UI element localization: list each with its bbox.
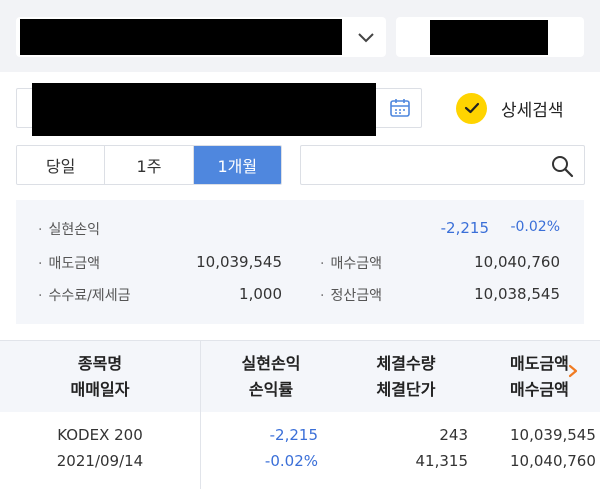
scroll-right-arrow-icon[interactable] [566, 364, 580, 378]
sell-amount: 10,039,545 [510, 426, 596, 444]
fee-tax-label: 수수료/제세금 [38, 285, 130, 305]
summary-row-amounts: 매도금액 10,039,545 매수금액 10,040,760 [16, 253, 584, 275]
summary-panel: 실현손익 -2,215 -0.02% 매도금액 10,039,545 매수금액 … [16, 200, 584, 324]
buy-amount-value: 10,040,760 [474, 253, 560, 271]
sell-amount-value: 10,039,545 [196, 253, 282, 271]
tab-1week[interactable]: 1주 [105, 146, 194, 184]
settlement-value: 10,038,545 [474, 285, 560, 303]
column-divider [200, 340, 201, 489]
period-tabs: 당일 1주 1개월 [16, 145, 282, 185]
table-row[interactable]: KODEX 200 2021/09/14 -2,215 -0.02% 243 4… [0, 412, 600, 489]
date-range-field[interactable] [16, 83, 422, 136]
detail-search-toggle[interactable]: 상세검색 [456, 92, 564, 124]
header-col-amount: 매도금액 매수금액 [510, 354, 569, 399]
pl-rate: -0.02% [264, 452, 318, 470]
header-col-stock: 종목명 매매일자 [70, 354, 130, 399]
stock-name: KODEX 200 [57, 426, 143, 444]
redacted-date-range [32, 83, 376, 136]
summary-row-realized: 실현손익 -2,215 -0.02% [16, 219, 584, 241]
sell-amount-label: 매도금액 [38, 253, 100, 273]
header-col-pl: 실현손익 손익률 [241, 354, 301, 399]
tab-today[interactable]: 당일 [17, 146, 106, 184]
cell-qty: 243 41,315 [341, 422, 469, 474]
account-bar [0, 0, 600, 72]
tab-1month[interactable]: 1개월 [193, 146, 281, 184]
account-select[interactable] [16, 17, 386, 57]
cell-pl: -2,215 -0.02% [200, 422, 318, 474]
table-header: 종목명 매매일자 실현손익 손익률 체결수량 체결단가 매도금액 매수금액 [0, 340, 600, 412]
redacted-account [20, 19, 342, 55]
price: 41,315 [415, 452, 469, 470]
account-secondary-field[interactable] [396, 17, 584, 57]
realized-pl-label: 실현손익 [38, 219, 100, 239]
header-col-qty: 체결수량 체결단가 [376, 354, 436, 399]
check-icon [456, 92, 487, 124]
realized-pl-rate: -0.02% [510, 219, 560, 235]
calendar-icon[interactable] [389, 97, 411, 119]
cell-amount: 10,039,545 10,040,760 [510, 422, 600, 474]
cell-stock: KODEX 200 2021/09/14 [0, 422, 200, 474]
trade-date: 2021/09/14 [56, 452, 144, 470]
buy-amount-label: 매수금액 [320, 253, 382, 273]
summary-row-fees: 수수료/제세금 1,000 정산금액 10,038,545 [16, 285, 584, 307]
chevron-down-icon [358, 33, 374, 43]
buy-amount: 10,040,760 [510, 452, 596, 470]
fee-tax-value: 1,000 [239, 285, 282, 303]
search-icon[interactable] [550, 154, 574, 178]
settlement-label: 정산금액 [320, 285, 382, 305]
realized-pl: -2,215 [269, 426, 318, 444]
search-input[interactable] [300, 145, 585, 185]
quantity: 243 [439, 426, 468, 444]
redacted-field [430, 20, 548, 55]
realized-pl-value: -2,215 [440, 219, 489, 237]
detail-search-label: 상세검색 [501, 100, 564, 121]
